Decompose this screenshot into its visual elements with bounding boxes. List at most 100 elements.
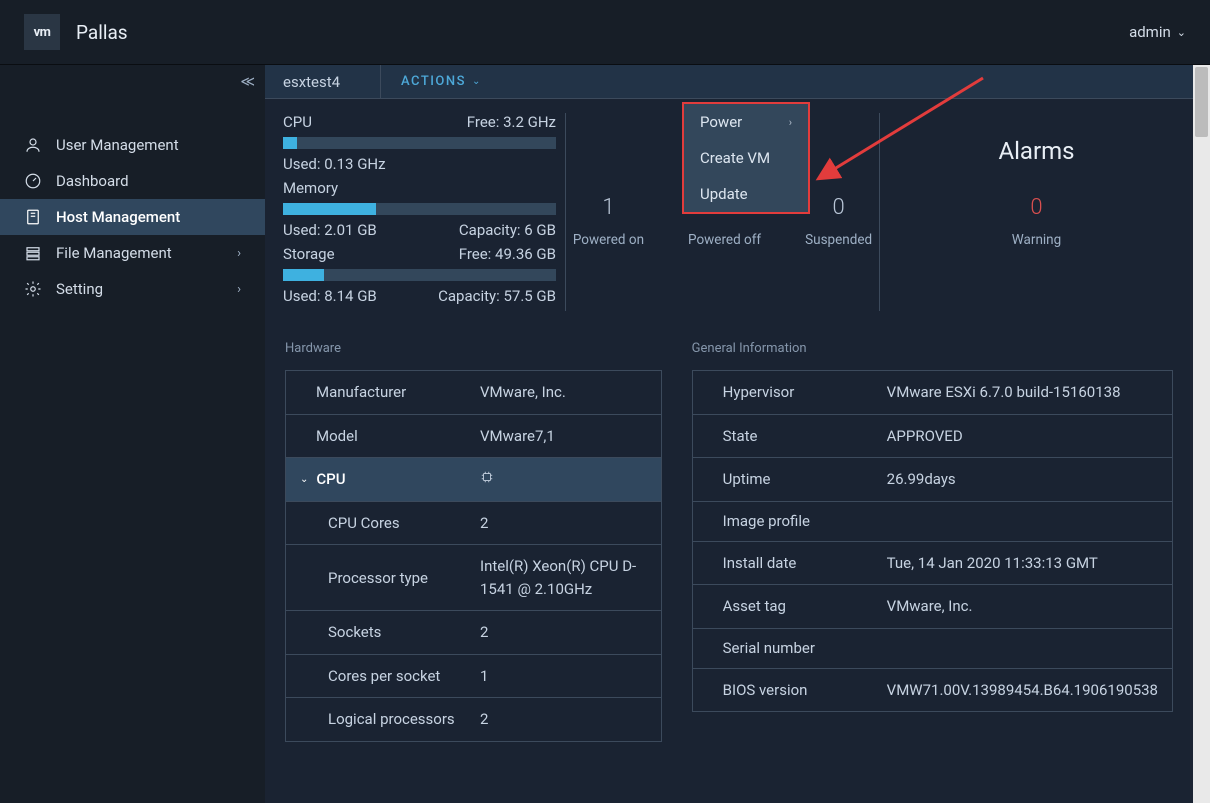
cpu-label: CPU: [283, 113, 312, 131]
header-left: vm Pallas: [24, 14, 128, 50]
menu-item-label: Create VM: [700, 149, 770, 167]
table-row: Hypervisor VMware ESXi 6.7.0 build-15160…: [693, 371, 1172, 415]
table-row: Asset tag VMware, Inc.: [693, 585, 1172, 629]
gen-install-key: Install date: [693, 544, 873, 582]
gen-state-val: APPROVED: [873, 415, 1172, 458]
user-icon: [24, 136, 42, 154]
gen-asset-val: VMware, Inc.: [873, 585, 1172, 628]
cpu-cps-val: 1: [466, 655, 661, 698]
actions-button[interactable]: ACTIONS ⌄: [381, 65, 502, 98]
cpu-cores-val: 2: [466, 502, 661, 545]
summary-stats: VMs 1 Powered on 0 Powered off 0: [565, 113, 1193, 311]
app-title: Pallas: [76, 21, 128, 44]
sidebar-item-label: Host Management: [56, 208, 180, 226]
hw-manufacturer-key: Manufacturer: [286, 373, 466, 411]
chevron-down-icon: ⌄: [1177, 26, 1186, 39]
sidebar-item-user-management[interactable]: User Management: [0, 127, 265, 163]
cpu-expand-row[interactable]: ⌄ CPU: [286, 458, 661, 502]
chevron-right-icon: ›: [789, 116, 792, 129]
file-icon: [24, 244, 42, 262]
cpu-row-label: CPU: [316, 470, 345, 488]
cpu-bar: [283, 137, 556, 149]
vm-logo: vm: [24, 14, 60, 50]
gen-uptime-key: Uptime: [693, 460, 873, 498]
alarms-col: Alarms 0 Warning: [880, 113, 1193, 311]
gen-state-key: State: [693, 417, 873, 455]
cpu-cores-key: CPU Cores: [286, 504, 466, 542]
hardware-table: Manufacturer VMware, Inc. Model VMware7,…: [285, 370, 662, 742]
table-row: Logical processors 2: [286, 698, 661, 742]
sidebar-item-host-management[interactable]: Host Management: [0, 199, 265, 235]
table-row: Serial number: [693, 629, 1172, 669]
storage-capacity: Capacity: 57.5 GB: [438, 287, 556, 305]
sidebar-item-label: User Management: [56, 136, 179, 154]
sidebar-item-file-management[interactable]: File Management ›: [0, 235, 265, 271]
host-name: esxtest4: [265, 65, 381, 98]
menu-item-label: Update: [700, 185, 748, 203]
table-row: Install date Tue, 14 Jan 2020 11:33:13 G…: [693, 542, 1172, 586]
scrollbar-thumb[interactable]: [1195, 67, 1208, 137]
vm-powered-on-value: 1: [573, 195, 644, 220]
table-row: Processor type Intel(R) Xeon(R) CPU D-15…: [286, 545, 661, 611]
vm-suspended: 0 Suspended: [805, 195, 872, 254]
gen-hypervisor-key: Hypervisor: [693, 373, 873, 411]
gear-icon: [24, 280, 42, 298]
actions-menu-update[interactable]: Update: [684, 176, 808, 212]
vm-powered-on-label: Powered on: [573, 228, 644, 254]
hw-model-val: VMware7,1: [466, 415, 661, 458]
actions-label: ACTIONS: [401, 74, 466, 89]
gen-uptime-val: 26.99days: [873, 458, 1172, 501]
storage-bar: [283, 269, 556, 281]
memory-used: Used: 2.01 GB: [283, 221, 377, 239]
gen-serial-key: Serial number: [693, 629, 873, 667]
menu-item-label: Power: [700, 113, 742, 131]
app-header: vm Pallas admin ⌄: [0, 0, 1210, 65]
chevron-right-icon: ›: [237, 282, 241, 297]
collapse-icon: ≪: [240, 74, 251, 90]
info-row: Hardware Manufacturer VMware, Inc. Model…: [265, 321, 1193, 742]
alarm-warning-label: Warning: [880, 228, 1193, 254]
gen-hypervisor-val: VMware ESXi 6.7.0 build-15160138: [873, 371, 1172, 414]
hw-model-key: Model: [286, 417, 466, 455]
general-heading: General Information: [692, 341, 1173, 356]
hardware-col: Hardware Manufacturer VMware, Inc. Model…: [285, 341, 662, 742]
sidebar-item-label: Setting: [56, 280, 103, 298]
storage-free: Free: 49.36 GB: [459, 245, 556, 269]
general-col: General Information Hypervisor VMware ES…: [692, 341, 1173, 742]
table-row: Image profile: [693, 502, 1172, 542]
cpu-logical-val: 2: [466, 698, 661, 741]
sidebar-item-setting[interactable]: Setting ›: [0, 271, 265, 307]
host-icon: [24, 208, 42, 226]
table-row: Uptime 26.99days: [693, 458, 1172, 502]
user-menu[interactable]: admin ⌄: [1129, 23, 1186, 41]
vm-suspended-value: 0: [805, 195, 872, 220]
cpu-icon: [480, 470, 494, 488]
actions-menu-create-vm[interactable]: Create VM: [684, 140, 808, 176]
storage-label: Storage: [283, 245, 335, 263]
gen-asset-key: Asset tag: [693, 587, 873, 625]
table-row: CPU Cores 2: [286, 502, 661, 546]
alarm-warning-value: 0: [880, 195, 1193, 220]
storage-used: Used: 8.14 GB: [283, 287, 377, 305]
cpu-stat: CPU Free: 3.2 GHz Used: 0.13 GHz: [283, 113, 547, 173]
memory-capacity: Capacity: 6 GB: [459, 221, 556, 239]
vm-suspended-label: Suspended: [805, 228, 872, 254]
sidebar-item-dashboard[interactable]: Dashboard: [0, 163, 265, 199]
cpu-cps-key: Cores per socket: [286, 657, 466, 695]
chevron-down-icon: ⌄: [472, 76, 482, 87]
table-row: Cores per socket 1: [286, 655, 661, 699]
gen-image-key: Image profile: [693, 502, 873, 540]
sidebar-collapse[interactable]: ≪: [0, 65, 265, 99]
cpu-proc-val: Intel(R) Xeon(R) CPU D-1541 @ 2.10GHz: [466, 545, 661, 610]
memory-label: Memory: [283, 179, 338, 197]
cpu-logical-key: Logical processors: [286, 700, 466, 738]
table-row: Sockets 2: [286, 611, 661, 655]
cpu-free: Free: 3.2 GHz: [467, 113, 556, 137]
actions-menu: Power › Create VM Update: [682, 102, 810, 214]
scrollbar[interactable]: [1193, 65, 1210, 803]
table-row: Manufacturer VMware, Inc.: [286, 371, 661, 415]
resource-stats: CPU Free: 3.2 GHz Used: 0.13 GHz Memory: [265, 113, 565, 311]
logo-text: vm: [34, 25, 51, 40]
gen-install-val: Tue, 14 Jan 2020 11:33:13 GMT: [873, 542, 1172, 585]
actions-menu-power[interactable]: Power ›: [684, 104, 808, 140]
